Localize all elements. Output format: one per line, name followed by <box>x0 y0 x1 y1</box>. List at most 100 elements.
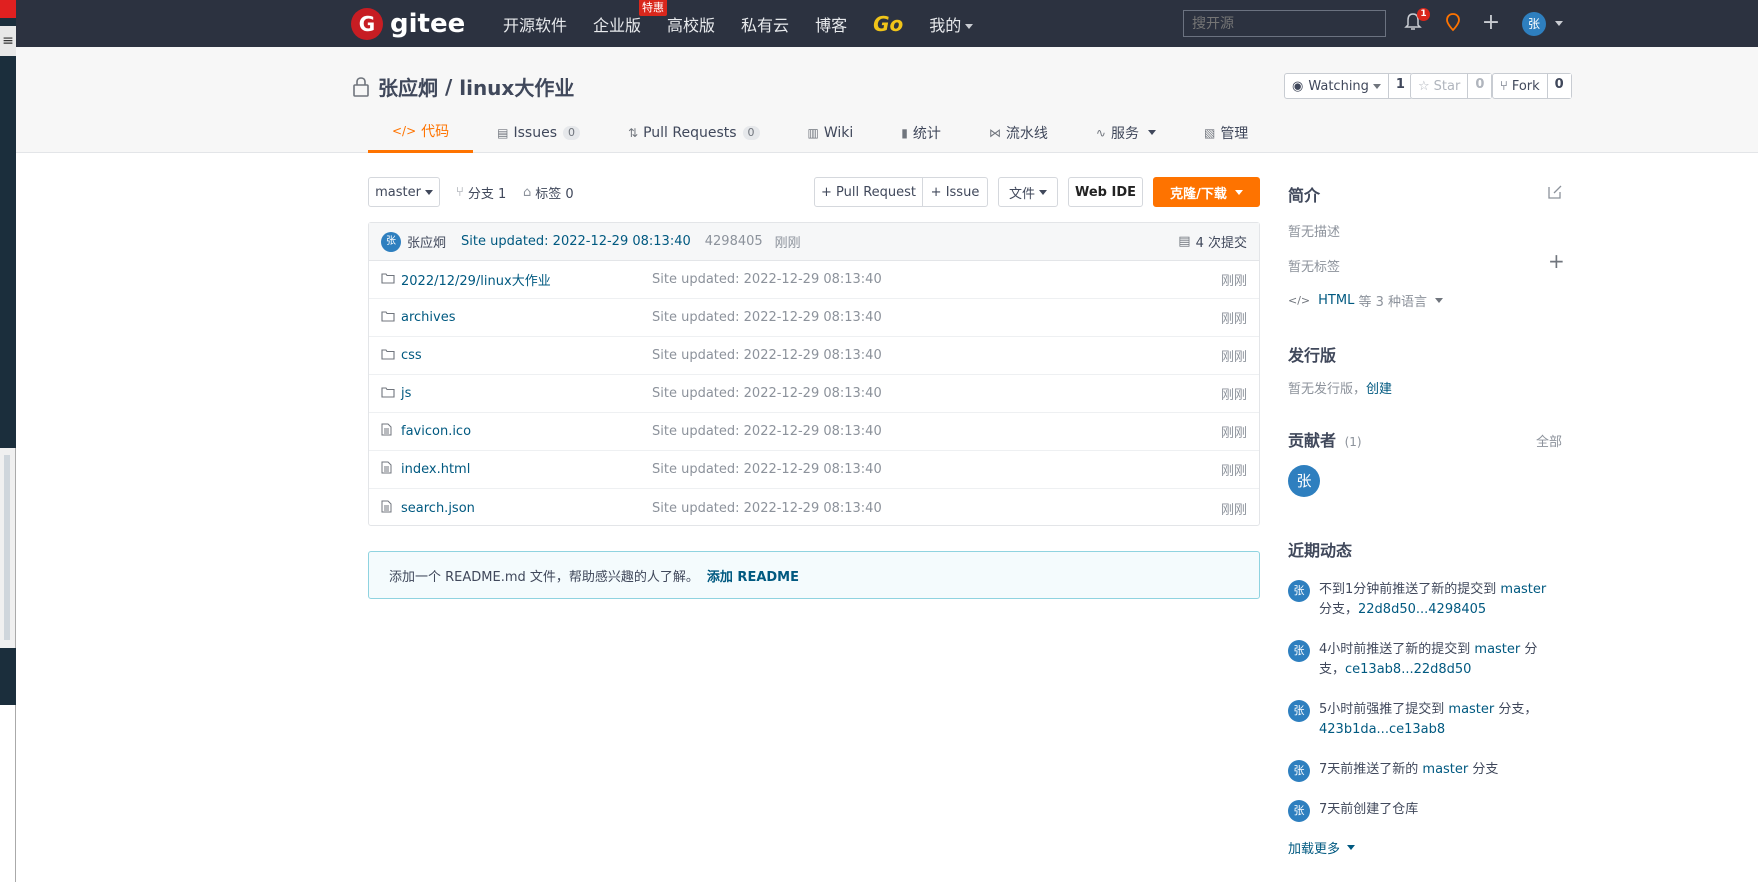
avatar[interactable]: 张 <box>1288 465 1320 497</box>
add-readme-link[interactable]: 添加 README <box>707 566 799 585</box>
tab-service[interactable]: ∿ 服务 <box>1072 112 1180 153</box>
tab-code[interactable]: </> 代码 <box>368 112 474 153</box>
table-row[interactable]: js Site updated: 2022-12-29 08:13:40 刚刚 <box>369 375 1259 413</box>
tab-pull-requests[interactable]: ⇅ Pull Requests 0 <box>604 112 784 153</box>
tab-service-label: 服务 <box>1110 125 1139 142</box>
file-time: 刚刚 <box>1220 388 1247 403</box>
activity-branch-link[interactable]: master <box>1448 702 1494 717</box>
activity-branch-link[interactable]: master <box>1500 582 1546 597</box>
location-pin-icon[interactable] <box>1442 12 1464 34</box>
fork-count[interactable]: 0 <box>1547 74 1571 98</box>
watch-button[interactable]: ◉ Watching 1 <box>1284 73 1413 99</box>
clone-download-button[interactable]: 克隆/下载 <box>1153 177 1260 207</box>
table-row[interactable]: css Site updated: 2022-12-29 08:13:40 刚刚 <box>369 337 1259 375</box>
nav-item-open-source[interactable]: 开源软件 <box>503 12 567 36</box>
file-commit-message[interactable]: Site updated: 2022-12-29 08:13:40 <box>652 272 882 287</box>
tab-pipeline[interactable]: ⋈ 流水线 <box>965 112 1072 153</box>
activity-branch-link[interactable]: master <box>1474 642 1520 657</box>
readme-hint-text: 添加一个 README.md 文件，帮助感兴趣的人了解。 <box>389 569 699 585</box>
avatar[interactable]: 张 <box>1288 580 1310 602</box>
file-commit-message[interactable]: Site updated: 2022-12-29 08:13:40 <box>652 462 882 477</box>
nav-item-blog[interactable]: 博客 <box>815 12 847 36</box>
table-row[interactable]: search.json Site updated: 2022-12-29 08:… <box>369 489 1259 527</box>
add-tag-plus-icon[interactable]: + <box>1548 249 1565 273</box>
list-item: 张 不到1分钟前推送了新的提交到 master 分支，22d8d50...429… <box>1288 580 1559 620</box>
commit-sha[interactable]: 4298405 <box>705 234 763 249</box>
commit-message[interactable]: Site updated: 2022-12-29 08:13:40 <box>461 234 691 249</box>
repo-owner-link[interactable]: 张应炯 <box>378 72 438 101</box>
hamburger-icon[interactable]: ≡ <box>0 26 16 56</box>
table-row[interactable]: 2022/12/29/linux大作业 Site updated: 2022-1… <box>369 261 1259 299</box>
branches-link[interactable]: ⑂ 分支 1 <box>456 183 506 202</box>
avatar[interactable]: 张 <box>1288 640 1310 662</box>
file-name[interactable]: archives <box>401 310 651 325</box>
activity-ref-link[interactable]: 423b1da...ce13ab8 <box>1319 722 1445 737</box>
plus-icon[interactable]: + <box>1480 12 1502 34</box>
avatar[interactable]: 张 <box>381 231 401 252</box>
file-time: 刚刚 <box>1220 426 1247 441</box>
left-scrollbar[interactable] <box>4 455 10 640</box>
file-name[interactable]: js <box>401 386 651 401</box>
load-more-link[interactable]: 加载更多 <box>1288 838 1356 857</box>
nav-item-go[interactable]: Go <box>873 12 903 36</box>
commit-count-label: 4 次提交 <box>1195 236 1247 251</box>
tab-manage[interactable]: ▧ 管理 <box>1180 112 1272 153</box>
tab-stats[interactable]: ▮ 统计 <box>877 112 965 153</box>
tags-link[interactable]: ⌂ 标签 0 <box>523 183 574 202</box>
contributors-all-link[interactable]: 全部 <box>1536 431 1562 450</box>
nav-item-private-cloud[interactable]: 私有云 <box>741 12 789 36</box>
nav-item-education[interactable]: 高校版 <box>667 12 715 36</box>
avatar[interactable]: 张 <box>1288 800 1310 822</box>
file-name[interactable]: index.html <box>401 462 651 477</box>
nav-item-mine[interactable]: 我的 <box>929 12 974 36</box>
activity-ref-link[interactable]: 22d8d50...4298405 <box>1358 602 1486 617</box>
new-pull-request-button[interactable]: + Pull Request <box>814 177 923 207</box>
tag-icon: ⌂ <box>523 185 532 200</box>
avatar[interactable]: 张 <box>1288 700 1310 722</box>
commit-author[interactable]: 张应炯 <box>407 232 446 251</box>
file-name[interactable]: search.json <box>401 501 651 516</box>
watch-count[interactable]: 1 <box>1388 74 1412 98</box>
wiki-icon: ▥ <box>807 125 819 140</box>
table-row[interactable]: favicon.ico Site updated: 2022-12-29 08:… <box>369 413 1259 451</box>
new-issue-button[interactable]: + Issue <box>922 177 988 207</box>
branch-select[interactable]: master <box>368 177 440 207</box>
edit-icon[interactable] <box>1548 184 1563 203</box>
file-name[interactable]: favicon.ico <box>401 424 651 439</box>
bell-icon[interactable]: 1 <box>1402 8 1430 34</box>
file-commit-message[interactable]: Site updated: 2022-12-29 08:13:40 <box>652 348 882 363</box>
star-button[interactable]: ☆ Star 0 <box>1410 73 1493 99</box>
web-ide-button[interactable]: Web IDE <box>1068 177 1143 207</box>
chevron-down-icon[interactable] <box>1555 21 1563 26</box>
languages-dropdown[interactable]: </> HTML 等 3 种语言 <box>1288 291 1443 310</box>
file-commit-message[interactable]: Site updated: 2022-12-29 08:13:40 <box>652 310 882 325</box>
file-commit-message[interactable]: Site updated: 2022-12-29 08:13:40 <box>652 386 882 401</box>
star-count[interactable]: 0 <box>1468 74 1492 98</box>
tab-code-label: 代码 <box>421 124 450 140</box>
file-dropdown-button[interactable]: 文件 <box>998 177 1058 207</box>
folder-icon <box>381 310 397 326</box>
fork-button[interactable]: ⑂ Fork 0 <box>1492 73 1572 99</box>
file-name[interactable]: css <box>401 348 651 363</box>
tab-wiki[interactable]: ▥ Wiki <box>784 112 878 153</box>
file-commit-message[interactable]: Site updated: 2022-12-29 08:13:40 <box>652 424 882 439</box>
search-input[interactable] <box>1183 10 1386 37</box>
nav-item-enterprise[interactable]: 企业版 特惠 <box>593 0 668 36</box>
pipeline-icon: ⋈ <box>988 125 1001 140</box>
activity-ref-link[interactable]: ce13ab8...22d8d50 <box>1345 662 1471 677</box>
file-name[interactable]: 2022/12/29/linux大作业 <box>401 270 651 289</box>
avatar[interactable]: 张 <box>1522 12 1546 36</box>
table-row[interactable]: archives Site updated: 2022-12-29 08:13:… <box>369 299 1259 337</box>
list-item: 张 7天前推送了新的 master 分支 <box>1288 760 1559 782</box>
gitee-logo[interactable]: G gitee <box>351 8 465 40</box>
tab-issues[interactable]: ▤ Issues 0 <box>473 112 604 153</box>
commit-count-link[interactable]: ▤ 4 次提交 <box>1178 232 1247 251</box>
repo-name-link[interactable]: linux大作业 <box>459 72 574 101</box>
file-commit-message[interactable]: Site updated: 2022-12-29 08:13:40 <box>652 501 882 516</box>
table-row[interactable]: index.html Site updated: 2022-12-29 08:1… <box>369 451 1259 489</box>
file-time: 刚刚 <box>1220 312 1247 327</box>
avatar[interactable]: 张 <box>1288 760 1310 782</box>
create-release-link[interactable]: 创建 <box>1366 382 1392 397</box>
activity-branch-link[interactable]: master <box>1422 762 1468 777</box>
tab-manage-label: 管理 <box>1220 125 1249 142</box>
